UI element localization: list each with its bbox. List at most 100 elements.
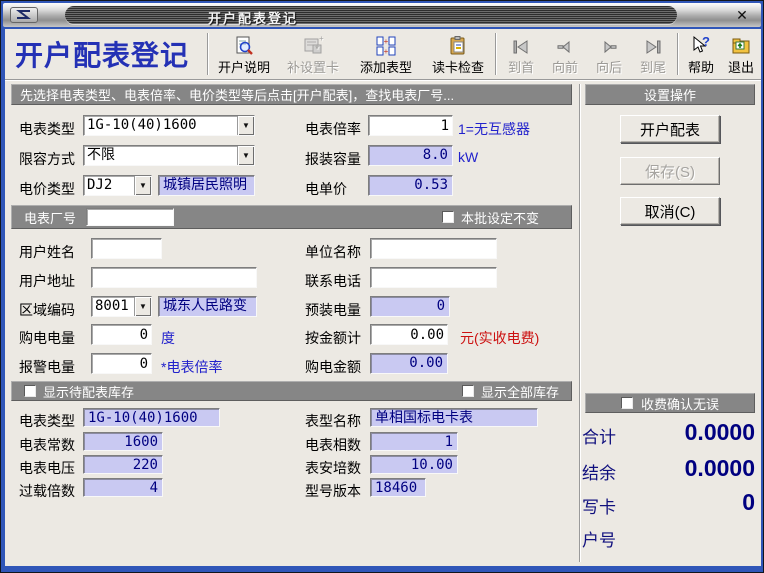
- price-type-combobox[interactable]: DJ2 ▼: [83, 175, 152, 196]
- svg-text:+: +: [384, 47, 389, 56]
- title-bar[interactable]: 开户配表登记 ✕: [3, 3, 761, 27]
- account-number-label: 户号: [582, 526, 616, 551]
- alarm-qty-hint: *电表倍率: [161, 357, 222, 377]
- region-code-label: 区域编码: [19, 300, 75, 320]
- by-amount-hint: 元(实收电费): [460, 328, 539, 348]
- go-last-button[interactable]: 到尾: [631, 30, 675, 78]
- multiplier-hint: 1=无互感器: [458, 119, 530, 139]
- company-input[interactable]: [370, 238, 497, 259]
- meter-type-label: 电表类型: [19, 119, 75, 139]
- address-label: 用户地址: [19, 271, 75, 291]
- phases-label: 电表相数: [305, 435, 361, 455]
- stock-meter-type-field: 1G-10(40)1600: [83, 408, 220, 427]
- panel-header: 设置操作: [585, 84, 755, 105]
- purchase-qty-label: 购电电量: [19, 328, 75, 348]
- unit-price-label: 电单价: [305, 179, 347, 199]
- exit-button[interactable]: 退出: [721, 30, 761, 78]
- model-name-field: 单相国标电卡表: [370, 408, 538, 427]
- company-label: 单位名称: [305, 242, 361, 262]
- next-record-icon: [599, 33, 619, 57]
- region-code-combobox[interactable]: 8001 ▼: [91, 296, 152, 317]
- clipboard-check-icon: [447, 33, 469, 57]
- svg-text:+: +: [384, 37, 389, 46]
- overload-label: 过载倍数: [19, 481, 75, 501]
- fee-confirm-label: 收费确认无误: [641, 394, 719, 413]
- main-area: 先选择电表类型、电表倍率、电价类型等后点击[开户配表]，查找电表厂号... 设置…: [5, 81, 761, 566]
- svg-text:?: ?: [702, 35, 710, 49]
- user-name-input[interactable]: [91, 238, 162, 259]
- go-prev-button[interactable]: 向前: [543, 30, 587, 78]
- save-button[interactable]: 保存(S): [620, 157, 720, 185]
- fee-confirm-bar: 收费确认无误: [585, 393, 755, 413]
- batch-fixed-checkbox[interactable]: [442, 211, 454, 223]
- alarm-qty-label: 报警电量: [19, 357, 75, 377]
- total-label: 合计: [582, 423, 616, 448]
- toolbar-separator: [677, 33, 679, 75]
- limit-mode-combobox[interactable]: 不限 ▼: [83, 145, 255, 166]
- doc-magnifier-icon: [233, 33, 255, 57]
- go-first-button[interactable]: 到首: [499, 30, 543, 78]
- batch-fixed-label: 本批设定不变: [461, 208, 539, 227]
- alarm-qty-input[interactable]: [91, 353, 152, 374]
- purchase-amt-label: 购电金额: [305, 357, 361, 377]
- first-record-icon: [511, 33, 531, 57]
- balance-label: 结余: [582, 459, 616, 484]
- show-pending-stock-label: 显示待配表库存: [43, 382, 134, 401]
- app-window: 开户配表登记 ✕ 开户配表登记 开户说明: [0, 0, 764, 573]
- page-title: 开户配表登记: [5, 34, 205, 74]
- dropdown-arrow-icon[interactable]: ▼: [134, 176, 151, 195]
- purchase-qty-input[interactable]: [91, 324, 152, 345]
- by-amount-input[interactable]: [370, 324, 448, 345]
- unit-price-field: 0.53: [368, 175, 453, 196]
- app-logo-icon: [15, 10, 33, 20]
- by-amount-label: 按金额计: [305, 328, 361, 348]
- version-label: 型号版本: [305, 481, 361, 501]
- capacity-field: 8.0: [368, 145, 453, 166]
- stock-meter-type-label: 电表类型: [19, 411, 75, 431]
- help-cursor-icon: ?: [690, 33, 712, 57]
- dropdown-arrow-icon[interactable]: ▼: [237, 116, 254, 135]
- capacity-label: 报装容量: [305, 149, 361, 169]
- multiplier-input[interactable]: [368, 115, 453, 136]
- factory-number-label: 电表厂号: [24, 208, 76, 227]
- read-card-check-button[interactable]: 读卡检查: [423, 30, 493, 78]
- price-type-label: 电价类型: [19, 179, 75, 199]
- setup-card-button[interactable]: * + 补设置卡: [277, 30, 349, 78]
- last-record-icon: [643, 33, 663, 57]
- exit-folder-icon: [730, 33, 752, 57]
- phone-input[interactable]: [370, 267, 497, 288]
- dropdown-arrow-icon[interactable]: ▼: [134, 297, 151, 316]
- capacity-unit: kW: [458, 149, 478, 165]
- fee-confirm-checkbox[interactable]: [621, 397, 633, 409]
- dropdown-arrow-icon[interactable]: ▼: [237, 146, 254, 165]
- region-desc-field: 城东人民路变: [158, 296, 257, 317]
- title-stripes: [65, 6, 677, 24]
- setup-card-icon: * +: [302, 33, 324, 57]
- open-help-button[interactable]: 开户说明: [211, 30, 277, 78]
- amperage-label: 表安培数: [305, 458, 361, 478]
- price-type-desc-field: 城镇居民照明: [158, 175, 255, 196]
- write-card-label: 写卡: [582, 493, 616, 518]
- assign-meter-button[interactable]: 开户配表: [620, 115, 720, 143]
- show-pending-stock-checkbox[interactable]: [24, 385, 36, 397]
- toolbar-separator: [207, 33, 209, 75]
- cancel-button[interactable]: 取消(C): [620, 197, 720, 225]
- address-input[interactable]: [91, 267, 257, 288]
- factory-number-input[interactable]: [86, 208, 174, 226]
- stock-filter-bar: 显示待配表库存 显示全部库存: [11, 381, 572, 401]
- system-menu-button[interactable]: [10, 7, 38, 23]
- go-next-button[interactable]: 向后: [587, 30, 631, 78]
- show-all-stock-checkbox[interactable]: [462, 385, 474, 397]
- factory-number-bar: 电表厂号 本批设定不变: [11, 205, 572, 229]
- meter-type-combobox[interactable]: 1G-10(40)1600 ▼: [83, 115, 255, 136]
- total-value: 0.0000: [625, 419, 755, 446]
- version-field: 18460: [370, 478, 426, 497]
- purchase-amt-field: 0.00: [370, 353, 448, 374]
- overload-field: 4: [83, 478, 163, 497]
- svg-text:+: +: [319, 35, 324, 43]
- help-button[interactable]: ? 帮助: [681, 30, 721, 78]
- add-meter-type-button[interactable]: + + 添加表型: [349, 30, 423, 78]
- close-icon[interactable]: ✕: [733, 6, 751, 24]
- add-meter-type-icon: + +: [374, 33, 398, 57]
- panel-divider: [579, 84, 581, 562]
